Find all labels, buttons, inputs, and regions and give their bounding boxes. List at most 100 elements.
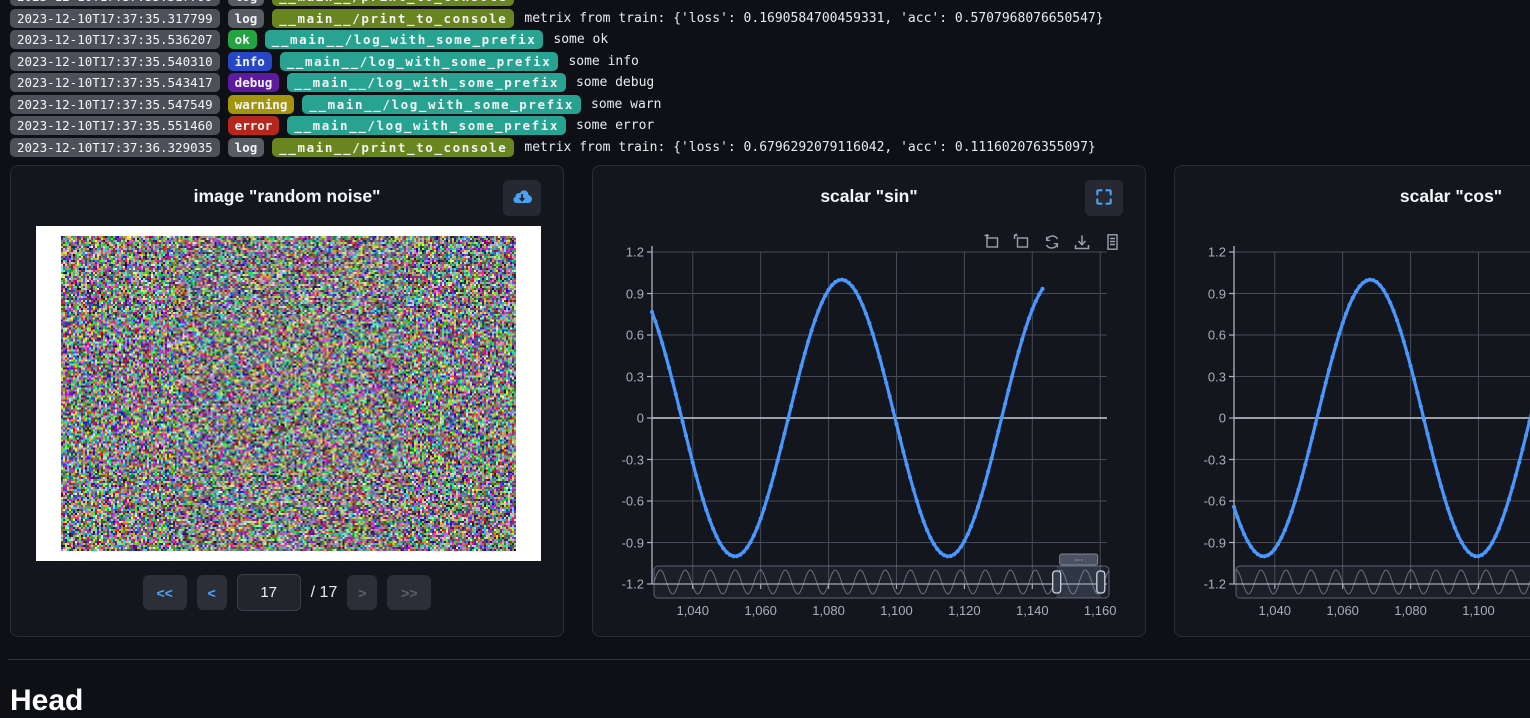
data-point — [1040, 287, 1044, 291]
y-tick-label: -0.6 — [1182, 494, 1226, 509]
datazoom-slider[interactable] — [654, 566, 1109, 598]
x-tick-label: 1,100 — [880, 603, 913, 618]
image-pagination: << < / 17 > >> — [11, 574, 563, 611]
data-point — [748, 540, 752, 544]
data-point — [993, 443, 997, 447]
data-point — [1514, 473, 1518, 477]
data-point — [891, 408, 895, 412]
datazoom-handle[interactable] — [1097, 571, 1105, 593]
y-tick-label: -1.2 — [600, 577, 644, 592]
y-tick-label: 0.3 — [600, 369, 644, 384]
data-point — [711, 527, 715, 531]
data-point — [684, 434, 688, 438]
data-point — [908, 475, 912, 479]
data-point — [664, 353, 668, 357]
data-point — [769, 484, 773, 488]
data-point — [1023, 327, 1027, 331]
data-point — [1425, 432, 1429, 436]
y-tick-label: 1.2 — [1182, 245, 1226, 260]
data-point — [854, 289, 858, 293]
page-total-label: / 17 — [311, 584, 338, 602]
prev-page-button[interactable]: < — [197, 575, 227, 610]
data-point — [1524, 433, 1528, 437]
data-point — [1521, 447, 1525, 451]
data-point — [1232, 505, 1236, 509]
data-point — [881, 368, 885, 372]
log-level-badge: log — [228, 9, 265, 28]
log-message: some debug — [576, 75, 654, 90]
data-point — [1378, 283, 1382, 287]
data-point — [806, 339, 810, 343]
data-point — [1246, 539, 1250, 543]
data-point — [1235, 515, 1239, 519]
y-tick-label: -0.9 — [600, 535, 644, 550]
page-number-input[interactable] — [237, 574, 301, 611]
next-page-button[interactable]: > — [347, 575, 377, 610]
data-point — [1324, 381, 1328, 385]
data-point — [1286, 519, 1290, 523]
data-point — [1354, 289, 1358, 293]
data-point — [874, 343, 878, 347]
data-point — [772, 472, 776, 476]
log-row: 2023-12-10T17:37:35.540310 info __main__… — [10, 52, 1104, 71]
data-point — [1276, 542, 1280, 546]
data-point — [1303, 463, 1307, 467]
log-source-badge: __main__/log_with_some_prefix — [287, 116, 566, 135]
data-point — [1358, 284, 1362, 288]
download-image-button[interactable] — [503, 180, 541, 216]
data-point — [925, 528, 929, 532]
data-point — [986, 469, 990, 473]
y-tick-label: -0.9 — [1182, 535, 1226, 550]
data-point — [922, 519, 926, 523]
data-point — [843, 279, 847, 283]
datazoom-window[interactable] — [1057, 566, 1101, 598]
log-message: some info — [568, 54, 638, 69]
data-point — [1453, 526, 1457, 530]
log-message: metrix from train: {'loss': 0.6796292079… — [524, 140, 1095, 155]
data-point — [1500, 518, 1504, 522]
data-point — [1429, 445, 1433, 449]
data-point — [1027, 316, 1031, 320]
data-point — [681, 420, 685, 424]
log-console: 2023-12-10T17:37:35.317799 log __main__/… — [10, 0, 1104, 159]
data-point — [830, 283, 834, 287]
data-point — [701, 497, 705, 501]
data-point — [901, 449, 905, 453]
data-point — [1013, 362, 1017, 366]
data-point — [827, 288, 831, 292]
data-point — [996, 429, 1000, 433]
data-point — [894, 422, 898, 426]
y-tick-label: 0.6 — [600, 328, 644, 343]
log-message: metrix from train: {'loss': 0.1690584700… — [524, 11, 1103, 26]
first-page-button[interactable]: << — [143, 575, 187, 610]
log-level-badge: debug — [228, 73, 280, 92]
cos-plot[interactable]: ⋯ — [1175, 166, 1530, 636]
sin-plot[interactable]: ⋯ — [593, 166, 1145, 636]
data-point — [898, 436, 902, 440]
data-point — [860, 303, 864, 307]
y-tick-label: -0.6 — [600, 494, 644, 509]
data-point — [1395, 318, 1399, 322]
x-tick-label: 1,040 — [1258, 603, 1291, 618]
data-point — [1351, 296, 1355, 300]
data-point — [1439, 484, 1443, 488]
data-point — [657, 330, 661, 334]
data-point — [762, 507, 766, 511]
data-point — [708, 518, 712, 522]
data-point — [1344, 311, 1348, 315]
data-point — [1412, 377, 1416, 381]
log-level-badge: log — [228, 138, 265, 157]
data-point — [983, 482, 987, 486]
data-point — [796, 377, 800, 381]
datazoom-handle[interactable] — [1053, 571, 1061, 593]
data-point — [1006, 388, 1010, 392]
data-point — [1402, 340, 1406, 344]
data-point — [1320, 394, 1324, 398]
log-source-badge: __main__/log_with_some_prefix — [302, 95, 581, 114]
data-point — [1252, 549, 1256, 553]
data-point — [915, 499, 919, 503]
data-point — [1446, 507, 1450, 511]
y-tick-label: 0 — [1182, 411, 1226, 426]
last-page-button[interactable]: >> — [387, 575, 431, 610]
data-point — [1300, 475, 1304, 479]
